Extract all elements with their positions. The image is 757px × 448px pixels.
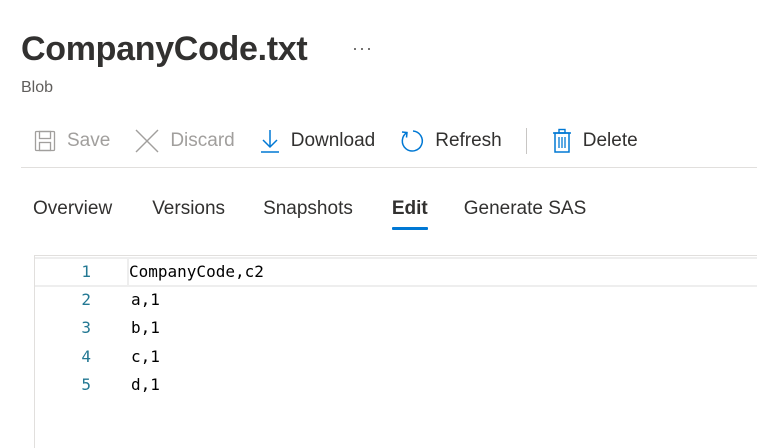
discard-button[interactable]: Discard [122, 124, 246, 158]
editor-line[interactable]: 5 d,1 [35, 371, 757, 399]
delete-label: Delete [582, 130, 638, 151]
editor-line[interactable]: 3 b,1 [35, 314, 757, 342]
more-actions-button[interactable]: ··· [352, 38, 373, 59]
line-number: 2 [81, 290, 91, 309]
tab-generate-sas[interactable]: Generate SAS [464, 192, 587, 230]
line-text: c,1 [131, 347, 160, 366]
editor-line[interactable]: 4 c,1 [35, 343, 757, 371]
close-icon [135, 129, 159, 153]
tab-overview[interactable]: Overview [33, 192, 112, 230]
tab-bar: Overview Versions Snapshots Edit Generat… [21, 192, 598, 230]
delete-button[interactable]: Delete [539, 124, 650, 158]
line-number: 5 [81, 375, 91, 394]
page-title: CompanyCode.txt [21, 30, 308, 68]
discard-label: Discard [170, 130, 235, 151]
download-label: Download [290, 130, 376, 151]
line-number: 3 [81, 318, 91, 337]
line-text: CompanyCode,c2 [129, 262, 264, 281]
download-icon [260, 130, 279, 153]
resource-type-label: Blob [21, 79, 54, 96]
save-icon [34, 130, 56, 152]
line-number: 1 [81, 262, 91, 281]
save-label: Save [67, 130, 111, 151]
refresh-icon [401, 130, 424, 152]
line-number: 4 [81, 347, 91, 366]
tab-versions[interactable]: Versions [152, 192, 225, 230]
refresh-label: Refresh [435, 130, 502, 151]
tab-edit[interactable]: Edit [391, 192, 428, 230]
editor-line[interactable]: 1 CompanyCode,c2 [35, 257, 757, 287]
toolbar-divider-line [21, 167, 757, 168]
line-text: d,1 [131, 375, 160, 394]
trash-icon [552, 128, 571, 153]
save-button[interactable]: Save [21, 124, 122, 158]
line-text: b,1 [131, 318, 160, 337]
editor-line[interactable]: 2 a,1 [35, 286, 757, 314]
refresh-button[interactable]: Refresh [387, 124, 514, 158]
line-text: a,1 [131, 290, 160, 309]
toolbar-divider [525, 128, 527, 154]
code-editor[interactable]: 1 CompanyCode,c2 2 a,1 3 b,1 4 c,1 5 d,1 [34, 255, 757, 448]
tab-snapshots[interactable]: Snapshots [263, 192, 353, 230]
download-button[interactable]: Download [247, 124, 388, 158]
command-bar: Save Discard Download Refresh Delete [21, 124, 650, 158]
